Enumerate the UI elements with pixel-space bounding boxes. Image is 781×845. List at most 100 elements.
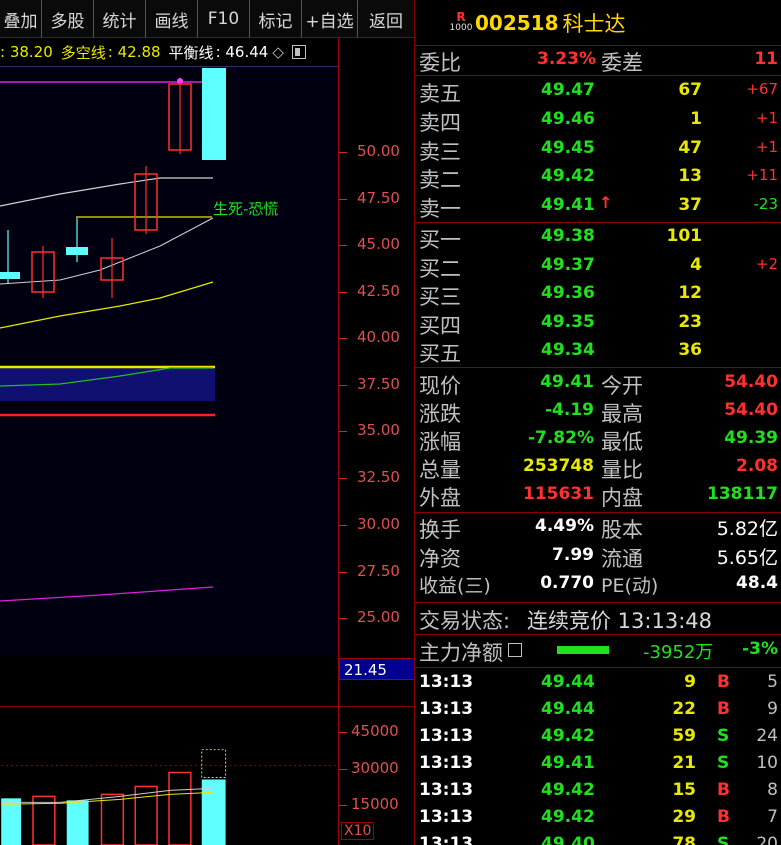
net-asset-label: 净资 <box>419 547 461 571</box>
tick-time: 13:13 <box>419 753 474 773</box>
vol-bar-1 <box>1 798 22 845</box>
volume-ratio-value: 2.08 <box>736 456 778 476</box>
tick-row: 13:13 49.42 29 B 7 <box>415 805 781 832</box>
tick-volume: 78 <box>672 834 696 845</box>
list-icon[interactable] <box>508 643 522 657</box>
ask-price: 49.46 <box>541 109 595 129</box>
draw-line-button[interactable]: 画线 <box>146 0 198 38</box>
axis-label: 27.50 <box>357 562 400 580</box>
tick-time: 13:13 <box>419 807 474 827</box>
axis-label: 30.00 <box>357 515 400 533</box>
bid-price: 49.37 <box>541 255 595 275</box>
tick-price: 49.40 <box>541 834 595 845</box>
current-price-label: 现价 <box>419 374 461 398</box>
ask-row[interactable]: 卖三 49.45 47 +1 <box>415 136 781 164</box>
ask-volume: 37 <box>678 195 702 215</box>
main-force-bar <box>557 646 609 654</box>
ratio-value: 3.23% <box>537 49 596 69</box>
bid-volume: 4 <box>690 255 702 275</box>
change-label: 涨跌 <box>419 402 461 426</box>
outer-label: 外盘 <box>419 486 461 510</box>
ask-volume: 1 <box>690 109 702 129</box>
indicator-value-3: : 46.44 <box>215 43 269 61</box>
margin-badge: R 1000 <box>447 7 475 39</box>
bid-row[interactable]: 买五 49.34 36 <box>415 338 781 366</box>
mark-button[interactable]: 标记 <box>250 0 302 38</box>
float-label: 流通 <box>601 547 643 571</box>
bid-row[interactable]: 买四 49.35 23 <box>415 310 781 338</box>
axis-label: 50.00 <box>357 142 400 160</box>
low-label: 最低 <box>601 430 643 454</box>
ask-price: 49.47 <box>541 80 595 100</box>
band-zone <box>0 367 215 401</box>
ask-row[interactable]: 卖二 49.42 13 +11 <box>415 164 781 192</box>
stock-code: 002518 <box>475 10 559 35</box>
ask-change: +1 <box>755 109 778 127</box>
ask-price: 49.45 <box>541 138 595 158</box>
bid-label: 买一 <box>419 228 461 252</box>
tick-volume: 9 <box>684 672 696 692</box>
ask-volume: 47 <box>678 138 702 158</box>
quote-row-volume: 总量 253748 量比 2.08 <box>415 454 781 482</box>
diff-label: 委差 <box>601 51 643 75</box>
candlestick-chart[interactable]: 生死-恐慌 <box>0 66 338 656</box>
quote-row-price: 现价 49.41 今开 54.40 <box>415 370 781 398</box>
ask-row[interactable]: 卖一 49.41 ↑ 37 -23 <box>415 193 781 221</box>
statistics-button[interactable]: 统计 <box>94 0 146 38</box>
trade-status-label: 交易状态: <box>419 609 511 633</box>
bid-row[interactable]: 买一 49.38 101 <box>415 224 781 252</box>
bid-row[interactable]: 买二 49.37 4 +2 <box>415 253 781 281</box>
bid-price: 49.34 <box>541 340 595 360</box>
axis-label: 32.50 <box>357 468 400 486</box>
tick-volume: 59 <box>672 726 696 746</box>
change-value: -4.19 <box>545 400 594 420</box>
panel-toggle-icon[interactable] <box>291 45 306 59</box>
tick-row: 13:13 49.44 9 B 5 <box>415 670 781 697</box>
tick-count: 7 <box>767 807 778 827</box>
fund-row-eps: 收益(三) 0.770 PE(动) 48.4 <box>415 571 781 599</box>
vol-bar-3 <box>66 800 89 845</box>
ask-label: 卖一 <box>419 197 461 221</box>
tick-count: 8 <box>767 780 778 800</box>
overlay-button[interactable]: 叠加 <box>0 0 42 38</box>
multi-stock-button[interactable]: 多股 <box>42 0 94 38</box>
axis-label: 35.00 <box>357 421 400 439</box>
tick-time: 13:13 <box>419 672 474 692</box>
main-force-row[interactable]: 主力净额 -3952万 -3% <box>415 637 781 665</box>
diff-value: 11 <box>754 49 778 69</box>
tick-side: B <box>717 780 730 800</box>
quote-row-change: 涨跌 -4.19 最高 54.40 <box>415 398 781 426</box>
volume-chart[interactable] <box>0 706 338 845</box>
tick-count: 10 <box>756 753 778 773</box>
vol-bar-4 <box>100 793 125 845</box>
bid-label: 买五 <box>419 342 461 366</box>
axis-label: 40.00 <box>357 328 400 346</box>
pe-value: 48.4 <box>736 573 778 593</box>
f10-button[interactable]: F10 <box>198 0 250 38</box>
badge-number: 1000 <box>449 22 473 33</box>
vol-bar-6 <box>168 771 192 845</box>
ask-row[interactable]: 卖四 49.46 1 +1 <box>415 107 781 135</box>
ask-label: 卖二 <box>419 168 461 192</box>
axis-label: 47.50 <box>357 189 400 207</box>
tick-price: 49.41 <box>541 753 595 773</box>
up-arrow-icon: ↑ <box>599 193 613 212</box>
main-force-label: 主力净额 <box>419 641 503 665</box>
volume-multiplier: X10 <box>341 822 375 840</box>
bid-row[interactable]: 买三 49.36 12 <box>415 281 781 309</box>
tick-count: 5 <box>767 672 778 692</box>
capital-label: 股本 <box>601 518 643 542</box>
turnover-value: 4.49% <box>535 516 594 536</box>
high-label: 最高 <box>601 402 643 426</box>
tick-row: 13:13 49.42 59 S 24 <box>415 724 781 751</box>
tick-count: 9 <box>767 699 778 719</box>
vol-axis-label: 30000 <box>351 759 399 777</box>
ask-label: 卖五 <box>419 82 461 106</box>
capital-value: 5.82亿 <box>716 518 778 540</box>
tick-price: 49.42 <box>541 726 595 746</box>
ask-row[interactable]: 卖五 49.47 67 +67 <box>415 78 781 106</box>
tick-side: S <box>717 834 730 845</box>
indicator-readout: : 38.20 多空线 : 42.88 平衡线 : 46.44 ◇ <box>0 38 338 66</box>
add-watchlist-button[interactable]: +自选 <box>302 0 358 38</box>
back-button[interactable]: 返回 <box>358 0 414 38</box>
